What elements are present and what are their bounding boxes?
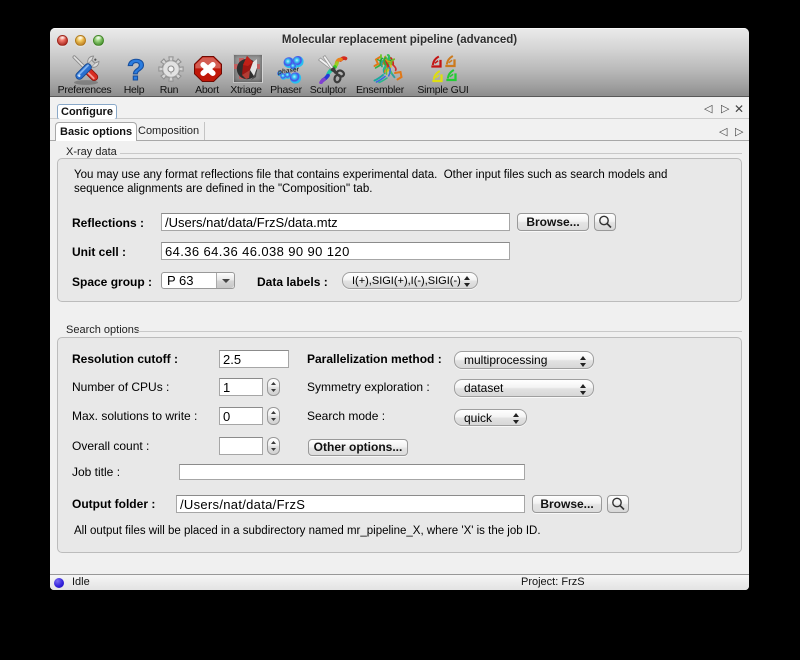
svg-text:?: ? bbox=[127, 56, 145, 84]
